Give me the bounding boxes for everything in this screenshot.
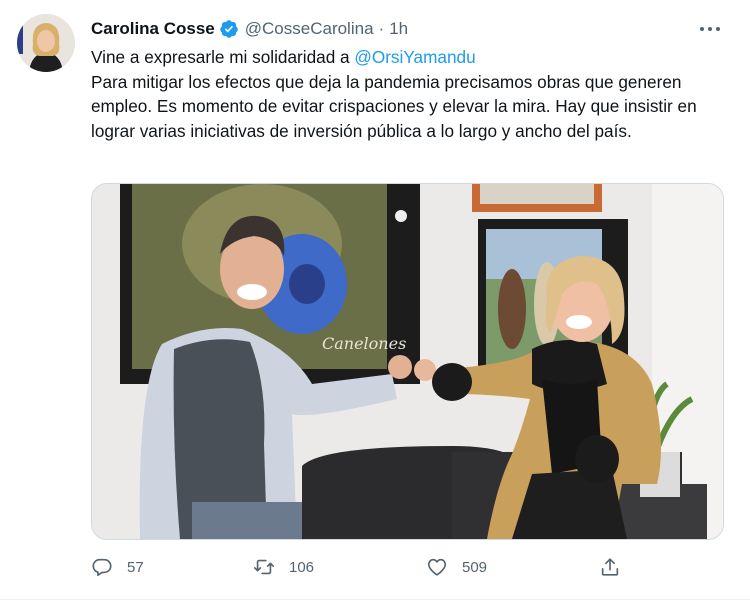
like-button[interactable]: 509 bbox=[426, 552, 487, 582]
like-count: 509 bbox=[462, 558, 488, 576]
author-handle[interactable]: @CosseCarolina bbox=[245, 19, 374, 39]
avatar-image bbox=[17, 14, 75, 72]
reply-count: 57 bbox=[127, 558, 144, 576]
tweet-time[interactable]: 1h bbox=[389, 19, 408, 39]
reply-icon bbox=[92, 558, 112, 576]
more-dots-icon[interactable] bbox=[700, 19, 720, 39]
author-name[interactable]: Carolina Cosse bbox=[91, 19, 215, 39]
photo-illustration: Canelones bbox=[92, 184, 723, 539]
tweet-actions: 57 106 509 bbox=[91, 552, 651, 582]
retweet-icon bbox=[254, 559, 274, 575]
tweet-line-1: Vine a expresarle mi solidaridad a @Orsi… bbox=[91, 45, 711, 70]
like-icon bbox=[427, 558, 447, 576]
retweet-button[interactable]: 106 bbox=[253, 552, 314, 582]
tweet-text: Vine a expresarle mi solidaridad a @Orsi… bbox=[91, 45, 711, 143]
header-separator: · bbox=[378, 19, 385, 38]
reply-button[interactable]: 57 bbox=[91, 552, 144, 582]
tweet-photo[interactable]: Canelones bbox=[91, 183, 724, 540]
mention-link[interactable]: @OrsiYamandu bbox=[354, 47, 475, 67]
tweet-body: Para mitigar los efectos que deja la pan… bbox=[91, 71, 697, 141]
avatar[interactable] bbox=[17, 14, 75, 72]
divider bbox=[0, 599, 750, 600]
tweet-header: Carolina Cosse @CosseCarolina · 1h bbox=[91, 17, 408, 41]
tweet[interactable]: Carolina Cosse @CosseCarolina · 1h Vine … bbox=[0, 0, 750, 602]
retweet-count: 106 bbox=[289, 558, 315, 576]
share-button[interactable] bbox=[599, 552, 635, 582]
share-icon bbox=[601, 558, 619, 576]
tweet-line-1-text: Vine a expresarle mi solidaridad a bbox=[91, 47, 355, 67]
verified-badge-icon bbox=[220, 20, 238, 38]
poster-caption: Canelones bbox=[322, 334, 406, 353]
